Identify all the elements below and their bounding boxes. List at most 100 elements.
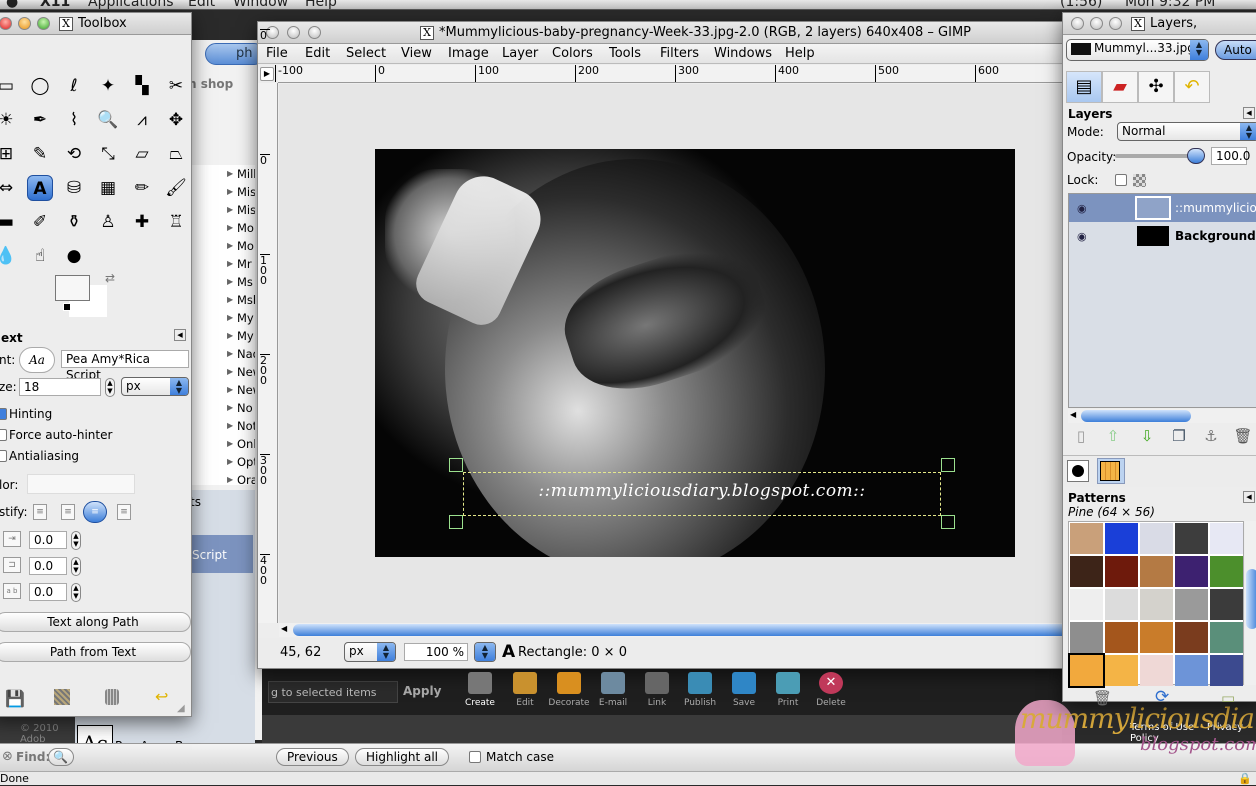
- layer-row[interactable]: ◉::mummylicious: [1069, 194, 1256, 222]
- pattern-swatch[interactable]: [1070, 556, 1103, 587]
- indent-field[interactable]: 0.0: [29, 531, 67, 549]
- size-unit-select[interactable]: px ▲ ▼: [121, 377, 189, 396]
- flip-tool[interactable]: ⇔: [0, 175, 19, 201]
- list-item[interactable]: New: [191, 363, 255, 381]
- image-select[interactable]: Mummyl...33.jpg-2 ▲ ▼: [1066, 39, 1209, 61]
- minimize-window-button[interactable]: [287, 26, 300, 39]
- tool-save[interactable]: Save: [721, 672, 767, 708]
- align-tool[interactable]: ⊞: [0, 141, 19, 167]
- tool-create[interactable]: Create: [457, 672, 503, 708]
- scroll-thumb[interactable]: [293, 624, 1068, 636]
- tag-input[interactable]: g to selected items: [268, 681, 398, 703]
- blend-tool[interactable]: ▦: [95, 175, 121, 201]
- close-window-button[interactable]: [1071, 17, 1084, 30]
- list-item[interactable]: Mor: [191, 219, 255, 237]
- toolbox-titlebar[interactable]: X Toolbox: [0, 13, 191, 35]
- pattern-swatch[interactable]: [1210, 589, 1243, 620]
- menubar-applications[interactable]: Applications: [88, 0, 174, 9]
- scissors-tool[interactable]: ✂: [163, 73, 189, 99]
- pattern-swatch[interactable]: [1210, 655, 1243, 686]
- shop-menu[interactable]: n shop: [188, 77, 233, 91]
- pattern-swatch[interactable]: [1105, 622, 1138, 653]
- opacity-field[interactable]: 100.0: [1211, 147, 1250, 165]
- menubar-window[interactable]: Window: [233, 0, 288, 9]
- pattern-swatch[interactable]: [1070, 523, 1103, 554]
- tool-publish[interactable]: Publish: [677, 672, 723, 708]
- pattern-swatch[interactable]: [1175, 589, 1208, 620]
- eye-icon[interactable]: ◉: [1077, 230, 1087, 243]
- list-item[interactable]: Only: [191, 435, 255, 453]
- list-item[interactable]: Mr a: [191, 255, 255, 273]
- list-item[interactable]: My: [191, 309, 255, 327]
- font-preview-button[interactable]: Aa: [19, 347, 55, 373]
- zoom-window-button[interactable]: [1109, 17, 1122, 30]
- overlay-text[interactable]: ::mummyliciousdiary.blogspot.com::: [464, 481, 940, 501]
- justify-fill-icon[interactable]: ≡: [117, 504, 131, 520]
- resize-handle-top-right[interactable]: [941, 458, 955, 472]
- pencil-tool[interactable]: ✏: [129, 175, 155, 201]
- zoom-tool[interactable]: 🔍: [95, 107, 121, 133]
- color-picker-tool[interactable]: ⌇: [61, 107, 87, 133]
- pattern-swatch[interactable]: [1175, 622, 1208, 653]
- pattern-swatch[interactable]: [1068, 653, 1105, 688]
- resize-handle-top-left[interactable]: [449, 458, 463, 472]
- ink-tool[interactable]: ⚱: [61, 209, 87, 235]
- menu-image[interactable]: Image: [448, 46, 489, 61]
- menu-tools[interactable]: Tools: [609, 46, 641, 61]
- letter-spacing-field[interactable]: 0.0: [29, 583, 67, 601]
- delete-pattern-icon[interactable]: 🗑: [1093, 689, 1112, 707]
- menu-layer[interactable]: Layer: [502, 46, 538, 61]
- heal-tool[interactable]: ✚: [129, 209, 155, 235]
- hinting-checkbox[interactable]: [0, 408, 7, 420]
- color-select-tool[interactable]: ▚: [129, 73, 155, 99]
- zoom-select[interactable]: ▲ ▼: [474, 642, 496, 662]
- pattern-swatch[interactable]: [1175, 556, 1208, 587]
- rotate-tool[interactable]: ⟲: [61, 141, 87, 167]
- scroll-thumb[interactable]: [1246, 569, 1256, 629]
- font-field[interactable]: Pea Amy*Rica Script: [61, 350, 189, 382]
- perspective-tool[interactable]: ⏢: [163, 141, 189, 167]
- panel-menu-icon[interactable]: ◀: [1243, 491, 1255, 503]
- pattern-swatch[interactable]: [1070, 622, 1103, 653]
- pattern-swatch[interactable]: [1105, 556, 1138, 587]
- list-item[interactable]: Mis: [191, 183, 255, 201]
- size-field[interactable]: 18: [19, 378, 101, 396]
- menu-view[interactable]: View: [401, 46, 432, 61]
- pattern-swatch[interactable]: [1210, 523, 1243, 554]
- pattern-swatch[interactable]: [1140, 556, 1173, 587]
- quick-mask-menu-icon[interactable]: ▶: [260, 67, 274, 81]
- tab-layers[interactable]: ▤: [1066, 71, 1102, 103]
- pattern-swatch[interactable]: [1210, 556, 1243, 587]
- resize-handle-bottom-left[interactable]: [449, 515, 463, 529]
- list-item[interactable]: Not: [191, 417, 255, 435]
- list-item[interactable]: Nad: [191, 345, 255, 363]
- size-spinner[interactable]: ▲ ▼: [105, 378, 115, 397]
- list-item[interactable]: Mis: [191, 201, 255, 219]
- pattern-swatch[interactable]: [1105, 655, 1138, 686]
- layers-hscroll[interactable]: ◀: [1068, 409, 1256, 423]
- new-layer-icon[interactable]: ▯: [1071, 427, 1091, 447]
- menu-help[interactable]: Help: [785, 46, 815, 61]
- find-input[interactable]: 🔍: [48, 748, 74, 766]
- pattern-swatch[interactable]: [1105, 523, 1138, 554]
- shear-tool[interactable]: ▱: [129, 141, 155, 167]
- lock-alpha-icon[interactable]: [1133, 174, 1146, 187]
- opacity-slider[interactable]: [1115, 148, 1205, 164]
- swap-colors-icon[interactable]: ⇄: [105, 271, 115, 285]
- scroll-thumb[interactable]: [1081, 410, 1191, 422]
- force-autohinter-checkbox[interactable]: [0, 429, 7, 441]
- tab-paths[interactable]: ✣: [1138, 71, 1174, 103]
- delete-options-icon[interactable]: [105, 689, 119, 705]
- tool-delete[interactable]: ✕ Delete: [808, 672, 854, 708]
- restore-options-icon[interactable]: [54, 689, 70, 705]
- foreground-select-tool[interactable]: ☀: [0, 107, 19, 133]
- letter-spacing-spinner[interactable]: ▲ ▼: [71, 583, 81, 602]
- image-window-titlebar[interactable]: X *Mummylicious-baby-pregnancy-Week-33.jp…: [258, 22, 1066, 44]
- tab-patterns[interactable]: [1097, 458, 1125, 484]
- line-spacing-spinner[interactable]: ▲ ▼: [71, 557, 81, 576]
- menu-select[interactable]: Select: [346, 46, 386, 61]
- blur-tool[interactable]: 💧: [0, 243, 19, 269]
- pattern-swatch[interactable]: [1105, 589, 1138, 620]
- pattern-swatch[interactable]: [1140, 523, 1173, 554]
- clone-tool[interactable]: ♙: [95, 209, 121, 235]
